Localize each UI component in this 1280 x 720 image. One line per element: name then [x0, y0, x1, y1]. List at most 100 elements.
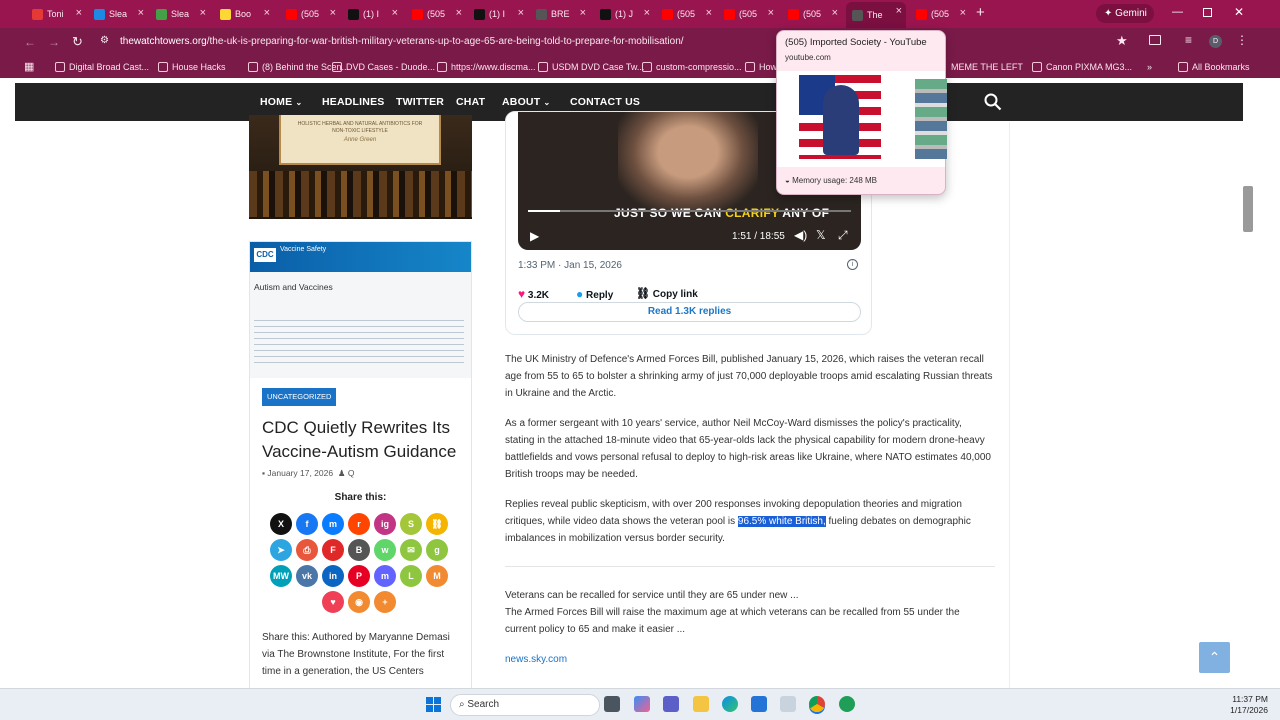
- bookmarks-overflow-button[interactable]: »: [1147, 60, 1152, 74]
- fullscreen-button[interactable]: ⤢: [838, 228, 848, 243]
- tweet-like-button[interactable]: ♥ 3.2K: [518, 287, 549, 301]
- share-vk-button[interactable]: vk: [296, 565, 318, 587]
- share-gettr-button[interactable]: g: [426, 539, 448, 561]
- browser-tab[interactable]: (505 ×: [406, 4, 466, 24]
- minimize-button[interactable]: —: [1172, 6, 1184, 20]
- tab-close-icon[interactable]: ×: [518, 7, 524, 19]
- tab-close-icon[interactable]: ×: [76, 7, 82, 19]
- share-pinterest-button[interactable]: P: [348, 565, 370, 587]
- bookmark-item[interactable]: DVD Cases - Duode...: [332, 60, 435, 74]
- chrome-icon[interactable]: [809, 696, 825, 712]
- share-rss-button[interactable]: ◉: [348, 591, 370, 613]
- edge-icon[interactable]: [722, 696, 738, 712]
- tab-close-icon[interactable]: ×: [644, 7, 650, 19]
- share-blogger-button[interactable]: B: [348, 539, 370, 561]
- share-mewe-button[interactable]: MW: [270, 565, 292, 587]
- tab-close-icon[interactable]: ×: [832, 7, 838, 19]
- share-copy-link-button[interactable]: ⛓: [426, 513, 448, 535]
- bookmark-item[interactable]: https://www.discma...: [437, 60, 536, 74]
- link-preview-source[interactable]: news.sky.com: [505, 651, 993, 668]
- new-tab-button[interactable]: +: [976, 5, 990, 21]
- reload-button[interactable]: ↻: [72, 34, 83, 50]
- share-print-button[interactable]: ⎙: [296, 539, 318, 561]
- tab-close-icon[interactable]: ×: [200, 7, 206, 19]
- bookmark-item[interactable]: How: [745, 60, 777, 74]
- settings-app-icon[interactable]: [780, 696, 796, 712]
- share-email-button[interactable]: ✉: [400, 539, 422, 561]
- share-messenger-button[interactable]: m: [322, 513, 344, 535]
- url-input[interactable]: thewatchtowers.org/the-uk-is-preparing-f…: [96, 32, 1136, 52]
- share-sms-button[interactable]: S: [400, 513, 422, 535]
- task-view-icon[interactable]: [604, 696, 620, 712]
- browser-tab[interactable]: Slea ×: [88, 4, 148, 24]
- tab-close-icon[interactable]: ×: [896, 5, 902, 17]
- taskbar-clock[interactable]: 11:37 PM 1/17/2026: [1222, 694, 1268, 716]
- bookmark-item[interactable]: Digital Broad Cast...: [55, 60, 149, 74]
- tweet-info-button[interactable]: i: [847, 259, 858, 270]
- store-icon[interactable]: [751, 696, 767, 712]
- share-pocket-button[interactable]: ♥: [322, 591, 344, 613]
- article-author[interactable]: Q: [348, 468, 355, 478]
- cast-button[interactable]: [1149, 35, 1161, 45]
- share-linkedin-button[interactable]: in: [322, 565, 344, 587]
- tweet-reply-button[interactable]: ● Reply: [576, 287, 613, 301]
- bookmark-item[interactable]: USDM DVD Case Tw...: [538, 60, 644, 74]
- share-x-button[interactable]: X: [270, 513, 292, 535]
- gemini-button[interactable]: ✦ Gemini: [1096, 4, 1154, 23]
- all-bookmarks-folder[interactable]: All Bookmarks: [1178, 60, 1250, 74]
- share-flipboard-button[interactable]: F: [322, 539, 344, 561]
- teams-icon[interactable]: [663, 696, 679, 712]
- browser-tab[interactable]: (1) J ×: [594, 4, 654, 24]
- share-instagram-button[interactable]: ig: [374, 513, 396, 535]
- tab-close-icon[interactable]: ×: [264, 7, 270, 19]
- tab-close-icon[interactable]: ×: [960, 7, 966, 19]
- bookmark-item[interactable]: custom-compressio...: [642, 60, 742, 74]
- read-replies-button[interactable]: Read 1.3K replies: [518, 302, 861, 322]
- file-explorer-icon[interactable]: [693, 696, 709, 712]
- scroll-to-top-button[interactable]: ⌃: [1199, 642, 1230, 673]
- apps-button[interactable]: ▦: [24, 60, 34, 74]
- browser-tab[interactable]: Boo ×: [214, 4, 274, 24]
- copilot-icon[interactable]: [634, 696, 650, 712]
- page-scrollbar-thumb[interactable]: [1243, 186, 1253, 232]
- browser-tab[interactable]: The ×: [846, 2, 906, 28]
- cdc-thumbnail-image[interactable]: CDC Vaccine Safety Autism and Vaccines: [250, 242, 471, 378]
- book-cover-image[interactable]: HOLISTIC HERBAL AND NATURAL ANTIBIOTICS …: [249, 115, 472, 219]
- browser-tab[interactable]: (505 ×: [782, 4, 842, 24]
- browser-tab[interactable]: BRE ×: [530, 4, 590, 24]
- extensions-button[interactable]: ≡: [1185, 33, 1192, 47]
- browser-tab[interactable]: Toni ×: [26, 4, 86, 24]
- mute-button[interactable]: ◀): [794, 228, 807, 242]
- more-menu-button[interactable]: ⋮: [1236, 33, 1248, 47]
- close-window-button[interactable]: ✕: [1234, 5, 1246, 19]
- tab-close-icon[interactable]: ×: [706, 7, 712, 19]
- tweet-copy-link-button[interactable]: ⛓ Copy link: [636, 287, 698, 300]
- article-title-link[interactable]: CDC Quietly Rewrites Its Vaccine-Autism …: [262, 416, 467, 464]
- share-telegram-button[interactable]: ➤: [270, 539, 292, 561]
- browser-tab[interactable]: (505 ×: [718, 4, 778, 24]
- x-logo-button[interactable]: 𝕏: [816, 228, 826, 242]
- share-mastodon-button[interactable]: m: [374, 565, 396, 587]
- share-line-button[interactable]: L: [400, 565, 422, 587]
- play-button[interactable]: ▶: [530, 229, 539, 243]
- browser-tab[interactable]: (1) I ×: [468, 4, 528, 24]
- share-mix-button[interactable]: M: [426, 565, 448, 587]
- share-facebook-button[interactable]: f: [296, 513, 318, 535]
- back-button[interactable]: ←: [24, 35, 36, 49]
- article-date[interactable]: January 17, 2026: [267, 468, 333, 478]
- tab-close-icon[interactable]: ×: [330, 7, 336, 19]
- taskbar-search-box[interactable]: ⌕ Search: [450, 694, 600, 716]
- browser-tab[interactable]: (505 ×: [910, 4, 970, 24]
- bookmark-item[interactable]: MEME THE LEFT: [951, 60, 1023, 74]
- share-whatsapp-button[interactable]: w: [374, 539, 396, 561]
- bookmark-item[interactable]: Canon PIXMA MG3...: [1032, 60, 1132, 74]
- category-badge[interactable]: UNCATEGORIZED: [262, 388, 337, 406]
- tab-close-icon[interactable]: ×: [456, 7, 462, 19]
- browser-tab[interactable]: (505 ×: [656, 4, 716, 24]
- share-more-button[interactable]: +: [374, 591, 396, 613]
- maximize-button[interactable]: [1203, 8, 1212, 17]
- bookmark-item[interactable]: House Hacks: [158, 60, 226, 74]
- tab-close-icon[interactable]: ×: [768, 7, 774, 19]
- browser-tab[interactable]: Slea ×: [150, 4, 210, 24]
- tab-close-icon[interactable]: ×: [392, 7, 398, 19]
